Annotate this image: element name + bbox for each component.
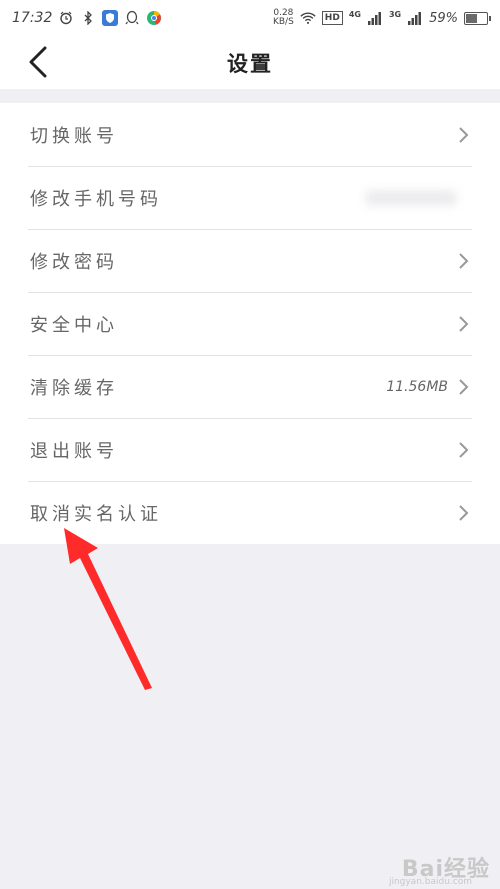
phone-number-value: [366, 190, 456, 205]
header: 设置: [0, 36, 500, 89]
wifi-icon: [300, 10, 316, 26]
network-speed: 0.28 KB/S: [273, 9, 294, 27]
chevron-right-icon: [459, 378, 469, 395]
network-3g-label: 3G: [388, 9, 402, 19]
status-bar: 17:32 0.28 KB/S HD 4G 3G 59%: [0, 0, 500, 36]
bluetooth-icon: [80, 10, 96, 26]
annotation-arrow-icon: [64, 528, 152, 690]
settings-item-label: 清除缓存: [30, 377, 118, 399]
status-time: 17:32: [12, 10, 53, 26]
settings-item-label: 退出账号: [30, 440, 118, 462]
battery-percent: 59%: [429, 10, 458, 26]
chevron-right-icon: [459, 126, 469, 143]
settings-item[interactable]: 修改手机号码: [0, 166, 500, 229]
network-speed-unit: KB/S: [272, 17, 294, 27]
chevron-right-icon: [459, 504, 469, 521]
browser-app-icon: [146, 10, 162, 26]
chevron-right-icon: [459, 252, 469, 269]
chevron-right-icon: [459, 315, 469, 332]
qq-icon: [124, 10, 140, 26]
chevron-right-icon: [459, 441, 469, 458]
settings-item[interactable]: 清除缓存 11.56MB: [0, 355, 500, 418]
battery-icon: [464, 11, 491, 25]
page-title: 设置: [227, 52, 273, 76]
status-bar-right: 0.28 KB/S HD 4G 3G 59%: [273, 9, 491, 27]
settings-item[interactable]: 安全中心: [0, 292, 500, 355]
settings-item[interactable]: 退出账号: [0, 418, 500, 481]
settings-item-label: 安全中心: [30, 314, 118, 336]
signal-icon: [407, 10, 423, 26]
settings-item-label: 修改手机号码: [30, 188, 162, 210]
signal-icon: [367, 10, 383, 26]
settings-item-label: 修改密码: [30, 251, 118, 273]
settings-item-value: 11.56MB: [386, 378, 448, 395]
status-bar-left: 17:32: [12, 10, 162, 26]
settings-item-label: 切换账号: [30, 125, 118, 147]
alarm-icon: [58, 10, 74, 26]
settings-item[interactable]: 修改密码: [0, 229, 500, 292]
network-4g-label: 4G: [348, 9, 361, 19]
settings-item[interactable]: 切换账号: [0, 103, 500, 166]
battery-fill: [466, 13, 477, 23]
hd-badge: HD: [321, 11, 343, 25]
watermark-url: jingyan.baidu.com: [388, 877, 472, 887]
shield-app-icon: [102, 10, 119, 26]
settings-list: 切换账号 修改手机号码 修改密码 安全中心 清除缓存 11.56MB 退出账号 取消实名认证: [0, 103, 500, 544]
